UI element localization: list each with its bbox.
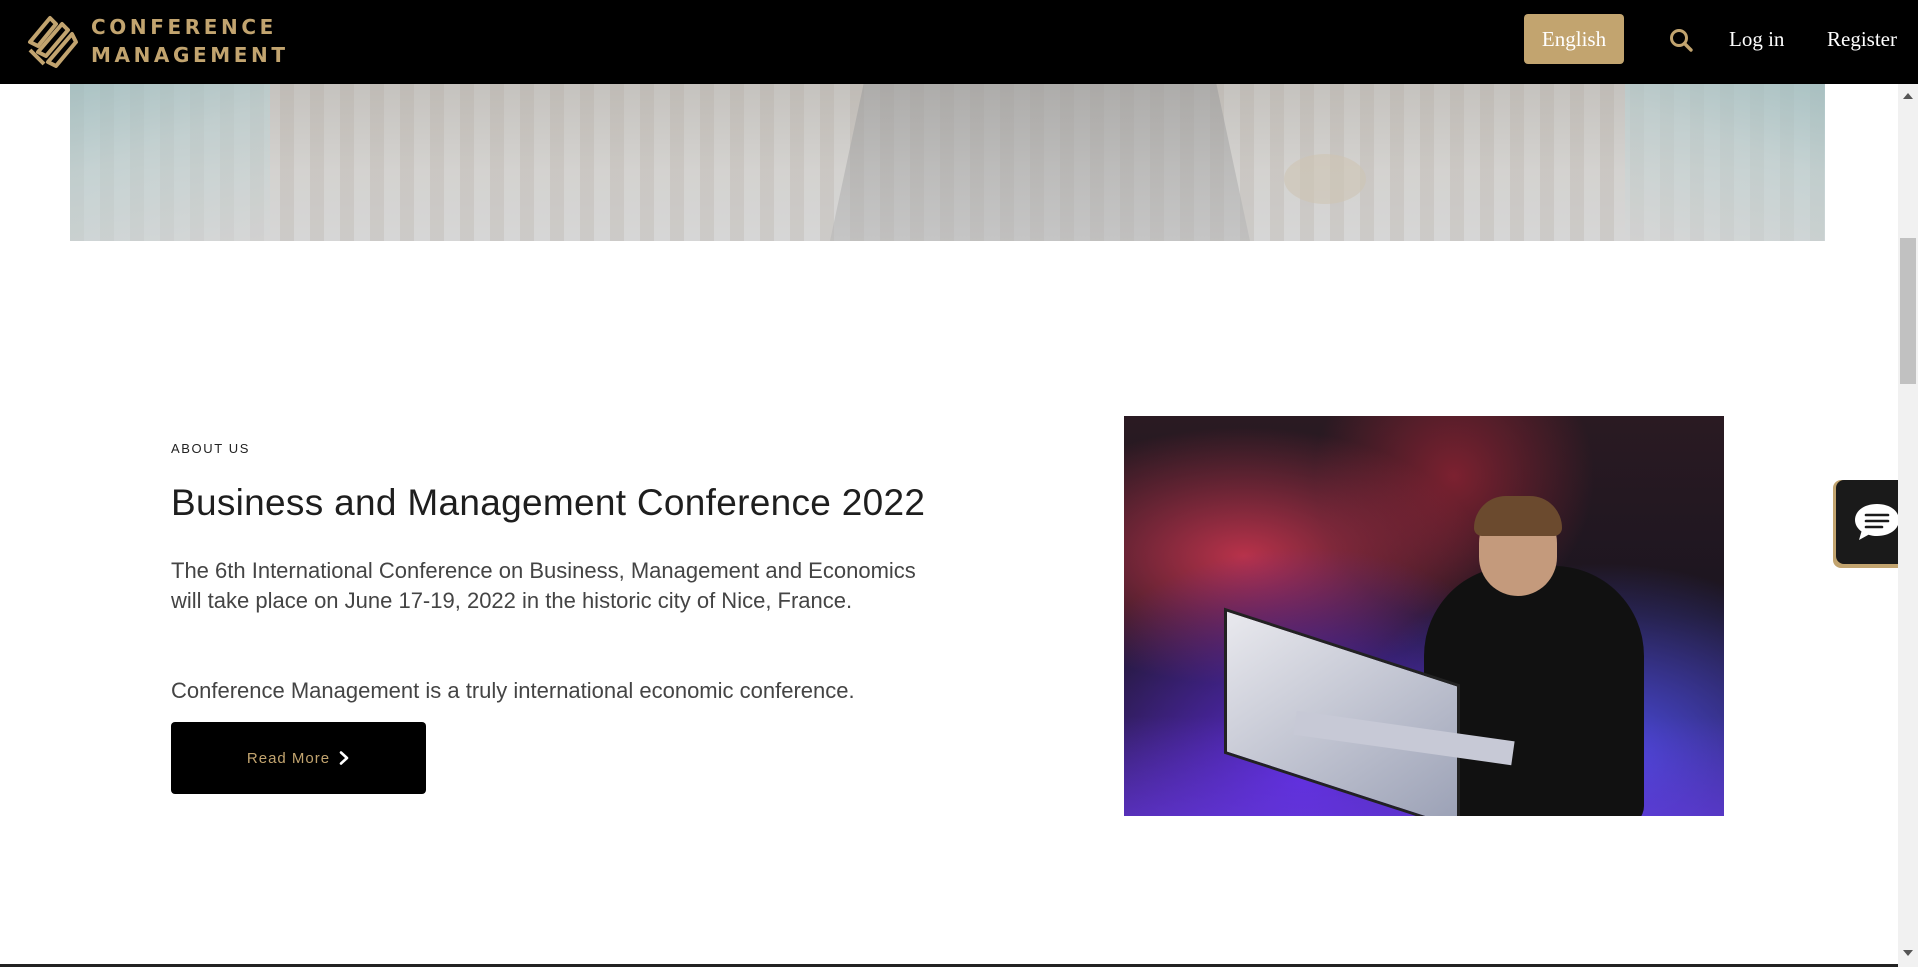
language-button[interactable]: English — [1524, 14, 1624, 64]
scroll-down-arrow-icon[interactable] — [1903, 950, 1913, 956]
about-paragraph-1: The 6th International Conference on Busi… — [171, 558, 916, 613]
scrollbar-track[interactable] — [1898, 84, 1918, 967]
brand-line-1: CONFERENCE — [91, 15, 277, 39]
section-kicker: ABOUT US — [171, 441, 251, 456]
login-link[interactable]: Log in — [1729, 26, 1784, 52]
about-paragraph-2: Conference Management is a truly interna… — [171, 678, 855, 703]
attendee-laptop-photo — [1124, 416, 1724, 816]
read-more-button[interactable]: Read More — [171, 722, 426, 794]
hero-image — [70, 84, 1825, 241]
brand-name[interactable]: CONFERENCE MANAGEMENT — [91, 13, 289, 69]
read-more-label: Read More — [246, 749, 331, 767]
scrollbar-thumb[interactable] — [1900, 238, 1916, 384]
register-link[interactable]: Register — [1827, 26, 1897, 52]
brand-line-2: MANAGEMENT — [91, 43, 289, 67]
logo-icon[interactable] — [26, 12, 80, 70]
top-navigation-bar: CONFERENCE MANAGEMENT English Log in Reg… — [0, 0, 1918, 84]
search-icon[interactable] — [1668, 27, 1694, 53]
hero-image-overlay — [70, 84, 1825, 241]
section-title: Business and Management Conference 2022 — [171, 482, 926, 523]
photo-person-hair — [1474, 496, 1562, 536]
chat-icon — [1855, 504, 1899, 540]
scroll-up-arrow-icon[interactable] — [1903, 93, 1913, 99]
chevron-right-icon — [339, 751, 349, 765]
